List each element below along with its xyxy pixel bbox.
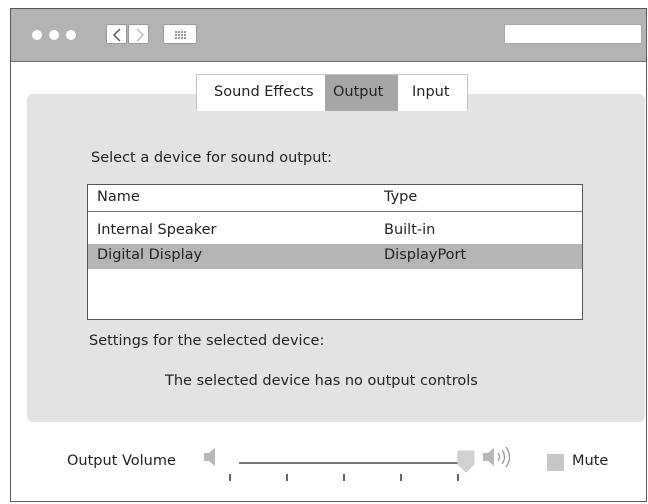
tab-bar: Sound Effects Output Input — [196, 74, 468, 111]
forward-button[interactable] — [128, 24, 149, 44]
tab-sound-effects[interactable]: Sound Effects — [197, 75, 325, 111]
minimize-window-button[interactable] — [49, 30, 59, 40]
speaker-low-icon — [204, 448, 215, 466]
chevron-right-icon — [136, 28, 144, 42]
zoom-window-button[interactable] — [66, 30, 76, 40]
device-name: Digital Display — [97, 247, 203, 263]
device-type: DisplayPort — [384, 247, 467, 263]
volume-tick — [457, 474, 459, 481]
no-controls-message: The selected device has no output contro… — [165, 373, 478, 389]
chevron-left-icon — [113, 28, 121, 42]
table-row[interactable]: Digital Display DisplayPort — [88, 244, 582, 269]
column-header-type[interactable]: Type — [384, 189, 417, 205]
mute-label[interactable]: Mute — [572, 453, 608, 469]
tab-output[interactable]: Output — [325, 75, 398, 111]
close-window-button[interactable] — [32, 30, 42, 40]
volume-tick — [286, 474, 288, 481]
settings-label: Settings for the selected device: — [89, 333, 325, 349]
show-all-button[interactable] — [163, 24, 197, 44]
sound-preferences-window: Select a device for sound output: Name T… — [10, 8, 647, 502]
device-select-prompt: Select a device for sound output: — [91, 150, 332, 166]
volume-tick — [343, 474, 345, 481]
tab-input[interactable]: Input — [398, 75, 467, 111]
volume-slider-thumb[interactable] — [456, 450, 476, 474]
speaker-high-icon — [483, 446, 511, 468]
output-panel: Select a device for sound output: Name T… — [27, 94, 645, 422]
column-header-name[interactable]: Name — [97, 189, 140, 205]
device-name: Internal Speaker — [97, 222, 217, 238]
back-button[interactable] — [106, 24, 127, 44]
volume-tick — [229, 474, 231, 481]
device-type: Built-in — [384, 222, 436, 238]
volume-tick — [400, 474, 402, 481]
table-row[interactable]: Internal Speaker Built-in — [88, 219, 582, 244]
device-table: Name Type Internal Speaker Built-in Digi… — [87, 184, 583, 320]
grid-icon — [175, 31, 186, 39]
search-field[interactable] — [504, 24, 642, 44]
title-bar — [11, 9, 646, 62]
output-volume-label: Output Volume — [67, 453, 176, 469]
mute-checkbox[interactable] — [547, 454, 564, 471]
volume-slider-track[interactable] — [239, 462, 471, 464]
table-header: Name Type — [88, 185, 582, 212]
